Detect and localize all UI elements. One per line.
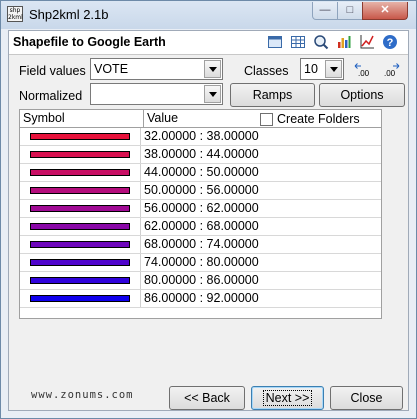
- create-folders-checkbox[interactable]: [260, 113, 273, 126]
- color-swatch[interactable]: [30, 241, 130, 248]
- symbol-cell[interactable]: [20, 146, 141, 163]
- value-cell: 74.00000 : 80.00000: [144, 255, 259, 269]
- table-row[interactable]: 44.00000 : 50.00000: [20, 164, 381, 182]
- website-text: www.zonums.com: [31, 389, 134, 401]
- line-chart-icon[interactable]: [359, 34, 375, 50]
- title-bar[interactable]: shp 2kml Shp2kml 2.1b — □ ✕: [1, 1, 416, 29]
- table-row[interactable]: 50.00000 : 56.00000: [20, 182, 381, 200]
- color-swatch[interactable]: [30, 187, 130, 194]
- bar-chart-icon[interactable]: [336, 34, 352, 50]
- next-button[interactable]: Next >>: [251, 386, 324, 410]
- symbol-cell[interactable]: [20, 200, 141, 217]
- decrease-decimals-icon[interactable]: .00: [354, 62, 370, 78]
- close-window-button[interactable]: ✕: [362, 2, 408, 20]
- svg-text:.00: .00: [384, 69, 396, 78]
- value-cell: 44.00000 : 50.00000: [144, 165, 259, 179]
- table-row[interactable]: 62.00000 : 68.00000: [20, 218, 381, 236]
- symbol-cell[interactable]: [20, 290, 141, 307]
- next-button-label: Next >>: [262, 390, 313, 406]
- value-cell: 62.00000 : 68.00000: [144, 219, 259, 233]
- page-title: Shapefile to Google Earth: [13, 35, 166, 49]
- symbol-cell[interactable]: [20, 236, 141, 253]
- table-row[interactable]: 68.00000 : 74.00000: [20, 236, 381, 254]
- back-button[interactable]: << Back: [169, 386, 245, 410]
- classes-label: Classes: [244, 64, 289, 78]
- field-values-label: Field values: [19, 64, 86, 78]
- zoom-icon[interactable]: [313, 34, 329, 50]
- table-icon[interactable]: [290, 34, 306, 50]
- value-cell: 86.00000 : 92.00000: [144, 291, 259, 305]
- increase-decimals-icon[interactable]: .00: [382, 62, 400, 78]
- color-swatch[interactable]: [30, 151, 130, 158]
- window-title: Shp2kml 2.1b: [29, 7, 109, 22]
- column-header-symbol[interactable]: Symbol: [20, 110, 144, 128]
- main-panel: Shapefile to Google Earth ? Field values: [8, 30, 409, 411]
- color-swatch[interactable]: [30, 277, 130, 284]
- color-swatch[interactable]: [30, 169, 130, 176]
- app-icon: shp 2kml: [7, 6, 23, 22]
- svg-text:?: ?: [387, 37, 394, 49]
- value-cell: 50.00000 : 56.00000: [144, 183, 259, 197]
- symbol-cell[interactable]: [20, 272, 141, 289]
- value-cell: 38.00000 : 44.00000: [144, 147, 259, 161]
- close-button[interactable]: Close: [330, 386, 403, 410]
- field-values-select[interactable]: VOTE: [90, 58, 223, 80]
- table-row[interactable]: 80.00000 : 86.00000: [20, 272, 381, 290]
- chevron-down-icon[interactable]: [204, 85, 221, 103]
- table-row[interactable]: 86.00000 : 92.00000: [20, 290, 381, 308]
- color-swatch[interactable]: [30, 205, 130, 212]
- chevron-down-icon[interactable]: [325, 60, 342, 78]
- value-cell: 68.00000 : 74.00000: [144, 237, 259, 251]
- header-bar: Shapefile to Google Earth ?: [9, 31, 408, 55]
- table-row[interactable]: 32.00000 : 38.00000: [20, 128, 381, 146]
- field-values-value: VOTE: [94, 62, 129, 76]
- window-icon[interactable]: [267, 34, 283, 50]
- table-row[interactable]: 38.00000 : 44.00000: [20, 146, 381, 164]
- symbol-cell[interactable]: [20, 164, 141, 181]
- classes-table: Symbol Value 32.00000 : 38.00000 38.00000…: [19, 109, 382, 319]
- svg-text:.00: .00: [358, 69, 370, 78]
- table-row[interactable]: 74.00000 : 80.00000: [20, 254, 381, 272]
- symbol-cell[interactable]: [20, 218, 141, 235]
- color-swatch[interactable]: [30, 133, 130, 140]
- minimize-button[interactable]: —: [312, 2, 338, 20]
- create-folders-label[interactable]: Create Folders: [277, 112, 360, 126]
- value-cell: 80.00000 : 86.00000: [144, 273, 259, 287]
- color-swatch[interactable]: [30, 259, 130, 266]
- value-cell: 32.00000 : 38.00000: [144, 129, 259, 143]
- table-row[interactable]: 56.00000 : 62.00000: [20, 200, 381, 218]
- classes-select[interactable]: 10: [300, 58, 344, 80]
- maximize-button[interactable]: □: [337, 2, 363, 20]
- color-swatch[interactable]: [30, 223, 130, 230]
- help-icon[interactable]: ?: [382, 34, 398, 50]
- normalized-label: Normalized: [19, 89, 83, 103]
- value-cell: 56.00000 : 62.00000: [144, 201, 259, 215]
- symbol-cell[interactable]: [20, 254, 141, 271]
- color-swatch[interactable]: [30, 295, 130, 302]
- symbol-cell[interactable]: [20, 128, 141, 145]
- normalized-select[interactable]: [90, 83, 223, 105]
- options-button[interactable]: Options: [319, 83, 405, 107]
- app-window: shp 2kml Shp2kml 2.1b — □ ✕ Shapefile to …: [0, 0, 417, 419]
- classes-value: 10: [304, 62, 318, 76]
- symbol-cell[interactable]: [20, 182, 141, 199]
- chevron-down-icon[interactable]: [204, 60, 221, 78]
- ramps-button[interactable]: Ramps: [230, 83, 315, 107]
